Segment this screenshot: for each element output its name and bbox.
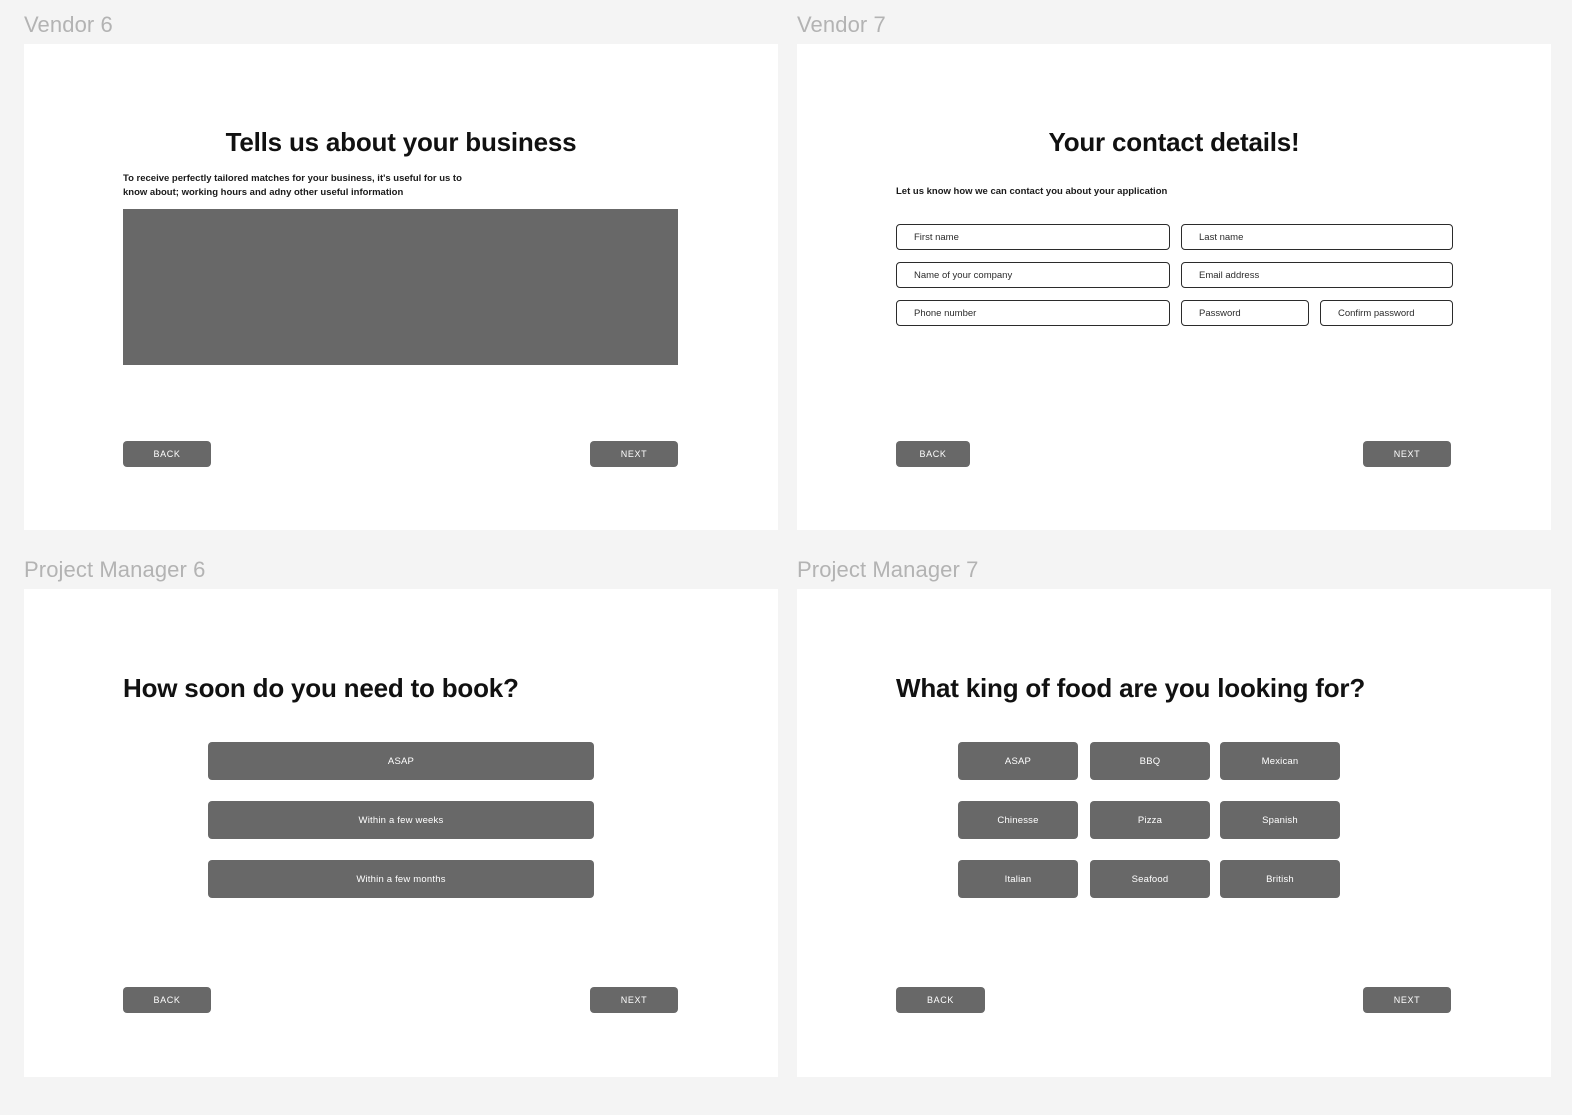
business-description-textarea[interactable] <box>123 209 678 365</box>
frame-project-manager-6: Project Manager 6 How soon do you need t… <box>0 545 778 1077</box>
first-name-input[interactable] <box>896 224 1170 250</box>
email-address-input[interactable] <box>1181 262 1453 288</box>
confirm-password-input[interactable] <box>1320 300 1453 326</box>
option-button-asap[interactable]: ASAP <box>208 742 594 780</box>
option-button-mexican[interactable]: Mexican <box>1220 742 1340 780</box>
back-button[interactable]: BACK <box>123 441 211 467</box>
back-button[interactable]: BACK <box>896 987 985 1013</box>
option-button-asap[interactable]: ASAP <box>958 742 1078 780</box>
frame-label-vendor-7[interactable]: Vendor 7 <box>797 14 886 36</box>
next-button[interactable]: NEXT <box>1363 987 1451 1013</box>
password-input[interactable] <box>1181 300 1309 326</box>
page-title: How soon do you need to book? <box>123 673 519 703</box>
frame-vendor-6: Vendor 6 Tells us about your business To… <box>0 0 778 530</box>
frame-label-vendor-6[interactable]: Vendor 6 <box>24 14 113 36</box>
option-button-within-a-few-months[interactable]: Within a few months <box>208 860 594 898</box>
screen-card-project-manager-7: What king of food are you looking for? A… <box>797 589 1551 1077</box>
page-title: What king of food are you looking for? <box>896 673 1366 703</box>
option-button-italian[interactable]: Italian <box>958 860 1078 898</box>
next-button[interactable]: NEXT <box>590 441 678 467</box>
option-button-within-a-few-weeks[interactable]: Within a few weeks <box>208 801 594 839</box>
option-button-pizza[interactable]: Pizza <box>1090 801 1210 839</box>
phone-number-input[interactable] <box>896 300 1170 326</box>
company-name-input[interactable] <box>896 262 1170 288</box>
frame-label-project-manager-7[interactable]: Project Manager 7 <box>797 559 978 581</box>
option-button-chinesse[interactable]: Chinesse <box>958 801 1078 839</box>
last-name-input[interactable] <box>1181 224 1453 250</box>
screen-card-vendor-6: Tells us about your business To receive … <box>24 44 778 530</box>
next-button[interactable]: NEXT <box>1363 441 1451 467</box>
page-title: Tells us about your business <box>225 127 577 157</box>
page-title: Your contact details! <box>1048 127 1300 157</box>
back-button[interactable]: BACK <box>896 441 970 467</box>
option-button-spanish[interactable]: Spanish <box>1220 801 1340 839</box>
option-button-seafood[interactable]: Seafood <box>1090 860 1210 898</box>
option-button-bbq[interactable]: BBQ <box>1090 742 1210 780</box>
frame-project-manager-7: Project Manager 7 What king of food are … <box>773 545 1572 1077</box>
body-description: To receive perfectly tailored matches fo… <box>123 173 462 199</box>
wireframe-board: Vendor 6 Tells us about your business To… <box>0 0 1572 1115</box>
option-button-british[interactable]: British <box>1220 860 1340 898</box>
form-subtitle: Let us know how we can contact you about… <box>896 186 1168 197</box>
screen-card-project-manager-6: How soon do you need to book? ASAP Withi… <box>24 589 778 1077</box>
screen-card-vendor-7: Your contact details! Let us know how we… <box>797 44 1551 530</box>
frame-label-project-manager-6[interactable]: Project Manager 6 <box>24 559 205 581</box>
next-button[interactable]: NEXT <box>590 987 678 1013</box>
back-button[interactable]: BACK <box>123 987 211 1013</box>
frame-vendor-7: Vendor 7 Your contact details! Let us kn… <box>773 0 1572 530</box>
